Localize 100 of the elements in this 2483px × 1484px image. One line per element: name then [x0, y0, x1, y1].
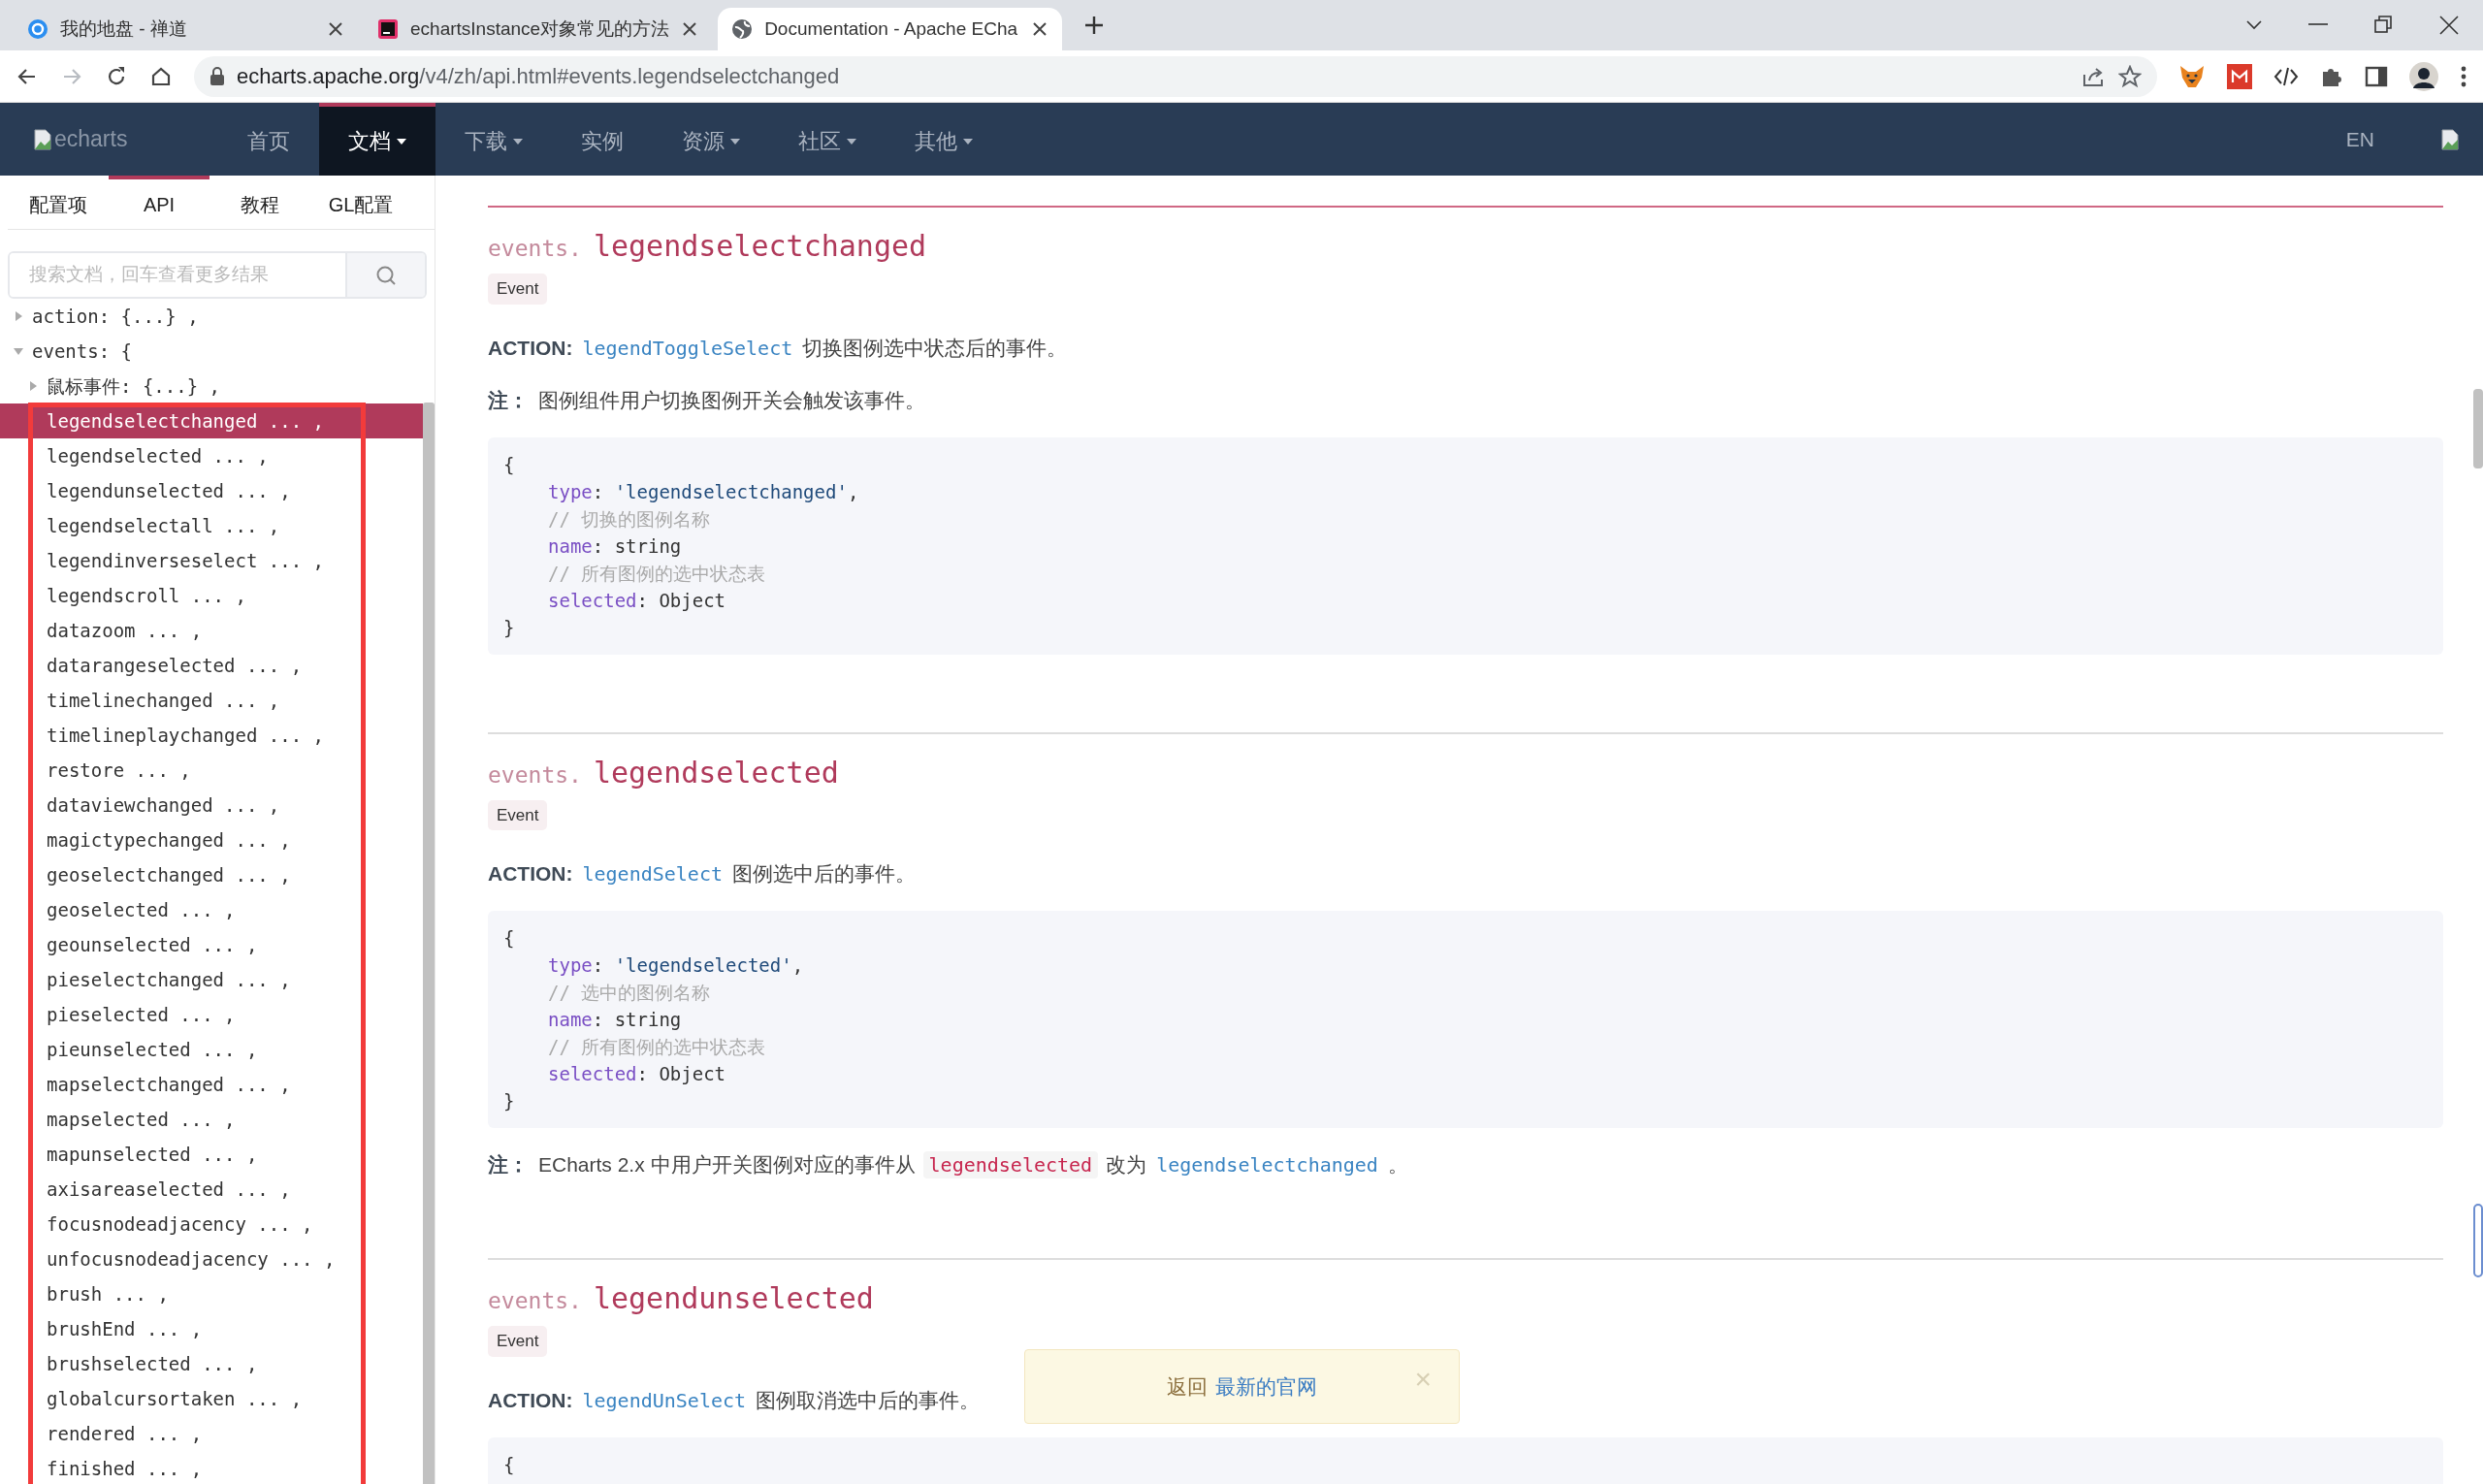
- language-link[interactable]: EN: [2345, 123, 2374, 155]
- avatar-icon[interactable]: [2409, 61, 2438, 91]
- tree-item[interactable]: geounselected ... ,: [0, 927, 423, 962]
- code-line: }: [503, 615, 516, 640]
- tree-item[interactable]: brushselected ... ,: [0, 1346, 423, 1381]
- code-line: // 选中的图例名称: [547, 981, 712, 1005]
- action-link[interactable]: legendSelect: [582, 862, 723, 886]
- tree-item[interactable]: legendinverseselect ... ,: [0, 543, 423, 578]
- tree-item[interactable]: focusnodeadjacency ... ,: [0, 1207, 423, 1242]
- scrollbar-thumb[interactable]: [423, 403, 435, 1484]
- sidebar-tab[interactable]: GL配置: [310, 176, 411, 229]
- close-icon[interactable]: [327, 20, 344, 38]
- nav-item[interactable]: 文档: [319, 103, 435, 176]
- nav-item[interactable]: 实例: [552, 103, 653, 176]
- tree-item[interactable]: restore ... ,: [0, 753, 423, 788]
- tree-item[interactable]: legendunselected ... ,: [0, 473, 423, 508]
- tree-item[interactable]: legendselected ... ,: [0, 438, 423, 473]
- code-line: }: [503, 1089, 516, 1113]
- close-icon[interactable]: [2438, 15, 2460, 36]
- notice-link[interactable]: 最新的官网: [1215, 1371, 1317, 1403]
- scroll-handle[interactable]: [2473, 1204, 2483, 1277]
- search-icon: [375, 264, 397, 286]
- tree-item[interactable]: mapselected ... ,: [0, 1102, 423, 1137]
- browser-tab[interactable]: echartsInstance对象常见的方法: [364, 8, 713, 50]
- new-tab-icon[interactable]: [1083, 15, 1106, 36]
- section-heading: legendunselected: [593, 1281, 874, 1315]
- notice-text: 返回: [1167, 1373, 1208, 1400]
- tree-item[interactable]: geoselectchanged ... ,: [0, 857, 423, 892]
- section-heading: legendselectchanged: [593, 229, 927, 263]
- tree-item[interactable]: datazoom ... ,: [0, 613, 423, 648]
- tree-item[interactable]: magictypechanged ... ,: [0, 823, 423, 857]
- note-text: 图例组件用户切换图例开关会触发该事件。: [538, 388, 925, 411]
- note-link[interactable]: legendselectchanged: [1156, 1153, 1378, 1177]
- url-text: echarts.apache.org/v4/zh/api.html#events.legendselectchanged: [237, 63, 840, 90]
- logo-alt-text[interactable]: echarts: [54, 122, 128, 156]
- code-line: // 所有图例的选中状态表: [547, 1035, 767, 1059]
- code-line: {: [503, 1452, 516, 1477]
- action-description: 切换图例选中状态后的事件。: [802, 336, 1068, 359]
- browser-tab[interactable]: Documentation - Apache ECha: [718, 8, 1063, 50]
- sidebar-tab[interactable]: API: [109, 176, 210, 229]
- action-label: ACTION:: [488, 1388, 573, 1411]
- browser-tab[interactable]: 我的地盘 - 禅道: [14, 8, 358, 50]
- section-heading: legendselected: [593, 755, 839, 790]
- fox-icon[interactable]: [2178, 63, 2206, 89]
- tree-item[interactable]: pieselectchanged ... ,: [0, 962, 423, 997]
- note-label: 注：: [488, 388, 529, 411]
- side-panel-icon[interactable]: [2365, 64, 2388, 88]
- tree-item[interactable]: pieunselected ... ,: [0, 1032, 423, 1067]
- broken-image-icon: [33, 128, 52, 150]
- code-line: name: string: [547, 1008, 683, 1032]
- action-description: 图例取消选中后的事件。: [756, 1388, 981, 1411]
- tree-item[interactable]: pieselected ... ,: [0, 997, 423, 1032]
- lock-icon: [210, 66, 225, 86]
- close-icon[interactable]: [1031, 20, 1049, 38]
- tree-item[interactable]: rendered ... ,: [0, 1416, 423, 1451]
- code-line: selected: Object: [547, 588, 727, 613]
- tree-item[interactable]: timelinechanged ... ,: [0, 683, 423, 718]
- broken-image-icon: [2440, 128, 2460, 150]
- app-icon: [377, 18, 399, 40]
- tree-item[interactable]: mapselectchanged ... ,: [0, 1067, 423, 1102]
- tree-item[interactable]: action: {...} ,: [0, 299, 423, 334]
- star-icon[interactable]: [2118, 64, 2142, 88]
- nav-item[interactable]: 首页: [218, 103, 319, 176]
- mail-icon[interactable]: [2227, 63, 2252, 89]
- heading-prefix: events.: [488, 236, 582, 261]
- scrollbar-thumb[interactable]: [2473, 389, 2483, 468]
- menu-icon[interactable]: [2460, 64, 2467, 88]
- nav-item[interactable]: 社区: [769, 103, 886, 176]
- action-link[interactable]: legendToggleSelect: [582, 336, 793, 360]
- action-link[interactable]: legendUnSelect: [582, 1388, 747, 1412]
- tree-item[interactable]: brushEnd ... ,: [0, 1311, 423, 1346]
- sidebar-tab[interactable]: 配置项: [8, 176, 109, 229]
- code-line: type: 'legendselectchanged',: [547, 479, 860, 504]
- tree-item[interactable]: unfocusnodeadjacency ... ,: [0, 1242, 423, 1276]
- tree-item[interactable]: legendselectall ... ,: [0, 508, 423, 543]
- tree-item[interactable]: axisareaselected ... ,: [0, 1172, 423, 1207]
- code-line: name: string: [547, 533, 683, 559]
- action-label: ACTION:: [488, 336, 573, 359]
- tree-item[interactable]: brush ... ,: [0, 1276, 423, 1311]
- address-bar[interactable]: echarts.apache.org/v4/zh/api.html#events.legendselectchanged: [194, 55, 2157, 97]
- tree-item[interactable]: 鼠标事件: {...} ,: [0, 369, 423, 403]
- tree-item[interactable]: mapunselected ... ,: [0, 1137, 423, 1172]
- close-icon[interactable]: [681, 20, 699, 38]
- tree-item[interactable]: events: {: [0, 334, 423, 369]
- event-badge: Event: [488, 799, 548, 830]
- nav-item[interactable]: 下载: [435, 103, 552, 176]
- sidebar-tab[interactable]: 教程: [210, 176, 310, 229]
- code-line: // 切换的图例名称: [547, 506, 712, 532]
- tree-item[interactable]: finished ... ,: [0, 1451, 423, 1484]
- search-field[interactable]: 搜索文档，回车查看更多结果: [8, 251, 427, 299]
- code-line: selected: Object: [547, 1062, 727, 1086]
- nav-item[interactable]: 其他: [886, 103, 1002, 176]
- tree-item[interactable]: geoselected ... ,: [0, 892, 423, 927]
- tree-item[interactable]: datarangeselected ... ,: [0, 648, 423, 683]
- tree-item[interactable]: dataviewchanged ... ,: [0, 788, 423, 823]
- action-description: 图例选中后的事件。: [732, 862, 916, 885]
- tree-item[interactable]: legendscroll ... ,: [0, 578, 423, 613]
- nav-item[interactable]: 资源: [653, 103, 769, 176]
- tree-item[interactable]: globalcursortaken ... ,: [0, 1381, 423, 1416]
- tree-item[interactable]: timelineplaychanged ... ,: [0, 718, 423, 753]
